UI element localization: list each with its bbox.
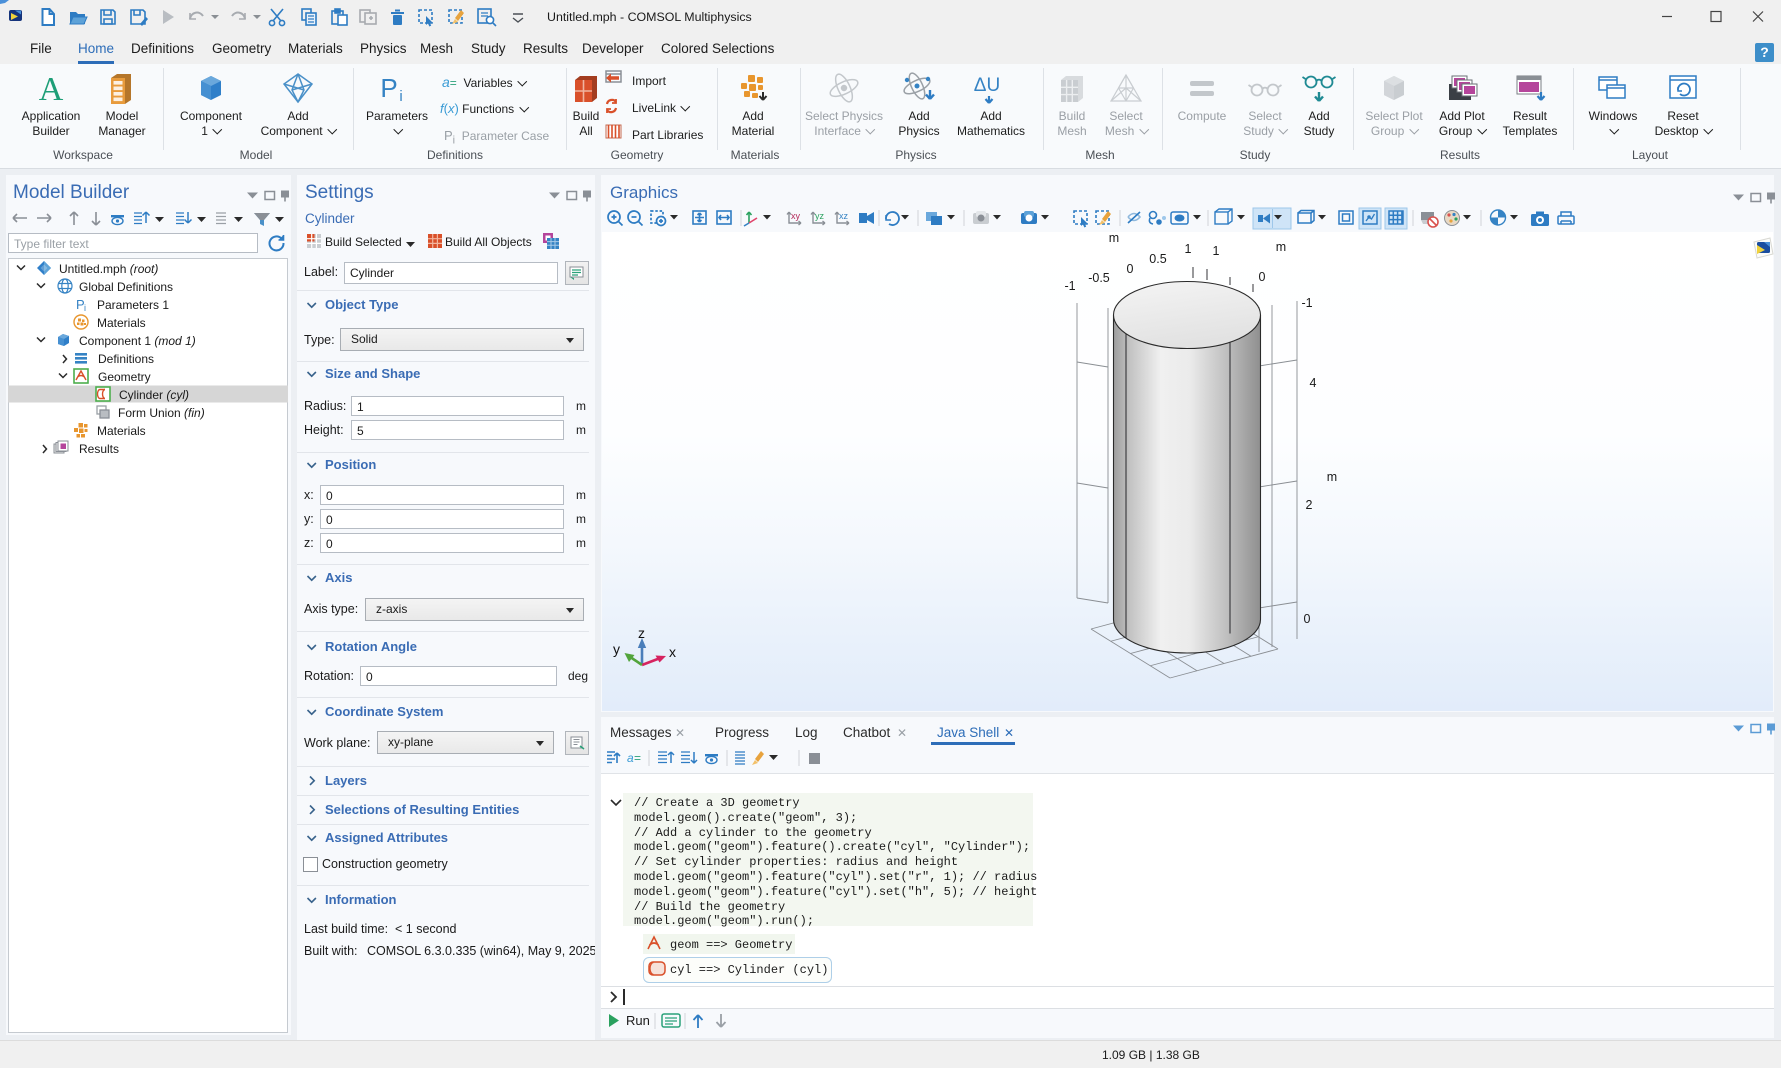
svg-text:-1: -1 [1064, 279, 1075, 293]
svg-text:2: 2 [1306, 498, 1313, 512]
svg-text:0.5: 0.5 [1149, 252, 1166, 266]
svg-text:xy: xy [791, 211, 801, 221]
svg-text:-1: -1 [1301, 296, 1312, 310]
svg-text:1: 1 [1185, 242, 1192, 256]
svg-text:4: 4 [1310, 376, 1317, 390]
svg-text:y: y [613, 641, 620, 657]
svg-text:x: x [669, 644, 676, 660]
svg-text:xz: xz [839, 211, 849, 221]
svg-text:ΔU: ΔU [974, 75, 1000, 96]
svg-text:0: 0 [1259, 270, 1266, 284]
svg-text:P: P [380, 73, 397, 103]
svg-text:1: 1 [1213, 244, 1220, 258]
svg-text:0: 0 [1304, 612, 1311, 626]
svg-text:i: i [399, 88, 402, 105]
svg-text:=: = [634, 751, 641, 765]
svg-text:m: m [1109, 231, 1119, 245]
svg-text:yz: yz [815, 211, 825, 221]
svg-text:-0.5: -0.5 [1088, 271, 1110, 285]
svg-text:A: A [39, 71, 64, 108]
svg-text:0: 0 [1127, 262, 1134, 276]
svg-text:m: m [1327, 470, 1337, 484]
svg-text:i: i [84, 303, 86, 313]
svg-text:a: a [627, 751, 634, 765]
svg-text:z: z [638, 625, 645, 641]
svg-text:m: m [1276, 240, 1286, 254]
